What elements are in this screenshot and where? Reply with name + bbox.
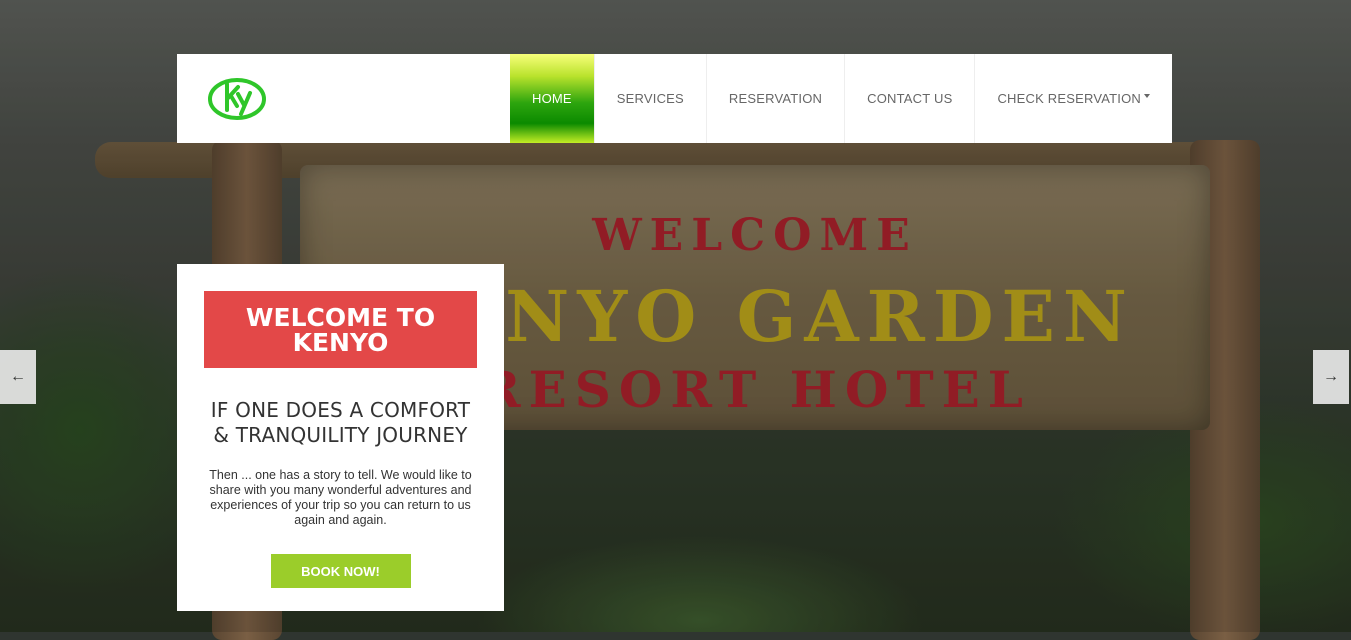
- nav-home-label: HOME: [531, 91, 572, 106]
- nav-services[interactable]: SERVICES: [593, 54, 706, 143]
- welcome-card: WELCOME TO KENYO IF ONE DOES A COMFORT &…: [177, 264, 504, 611]
- nav-home[interactable]: HOME: [509, 54, 594, 143]
- card-headline: IF ONE DOES A COMFORT & TRANQUILITY JOUR…: [177, 398, 504, 448]
- arrow-right-icon: →: [1323, 368, 1339, 385]
- logo[interactable]: [192, 54, 282, 143]
- welcome-title-line-2: KENYO: [292, 327, 389, 357]
- headline-line-1: IF ONE DOES A COMFORT: [210, 398, 471, 422]
- carousel-next-button[interactable]: →: [1313, 350, 1349, 404]
- carousel-prev-button[interactable]: ←: [0, 350, 36, 404]
- nav-reservation-label: RESERVATION: [728, 91, 823, 106]
- main-nav: HOME SERVICES RESERVATION CONTACT US CHE…: [509, 54, 1172, 143]
- welcome-title-line-1: WELCOME TO: [245, 302, 436, 332]
- nav-check-reservation-label: CHECK RESERVATION: [997, 91, 1141, 106]
- arrow-left-icon: ←: [10, 368, 26, 385]
- nav-contact-us[interactable]: CONTACT US: [844, 54, 974, 143]
- nav-contact-us-label: CONTACT US: [867, 91, 953, 106]
- book-now-button[interactable]: BOOK NOW!: [270, 554, 411, 588]
- headline-line-2: & TRANQUILITY JOURNEY: [213, 423, 468, 447]
- welcome-title-box: WELCOME TO KENYO: [204, 291, 477, 368]
- nav-reservation[interactable]: RESERVATION: [705, 54, 844, 143]
- caret-down-icon: [1144, 93, 1150, 98]
- nav-services-label: SERVICES: [616, 91, 684, 106]
- navbar: HOME SERVICES RESERVATION CONTACT US CHE…: [177, 54, 1172, 143]
- card-description: Then ... one has a story to tell. We wou…: [209, 468, 472, 527]
- ky-logo-icon: [208, 77, 266, 120]
- nav-check-reservation[interactable]: CHECK RESERVATION: [974, 54, 1172, 143]
